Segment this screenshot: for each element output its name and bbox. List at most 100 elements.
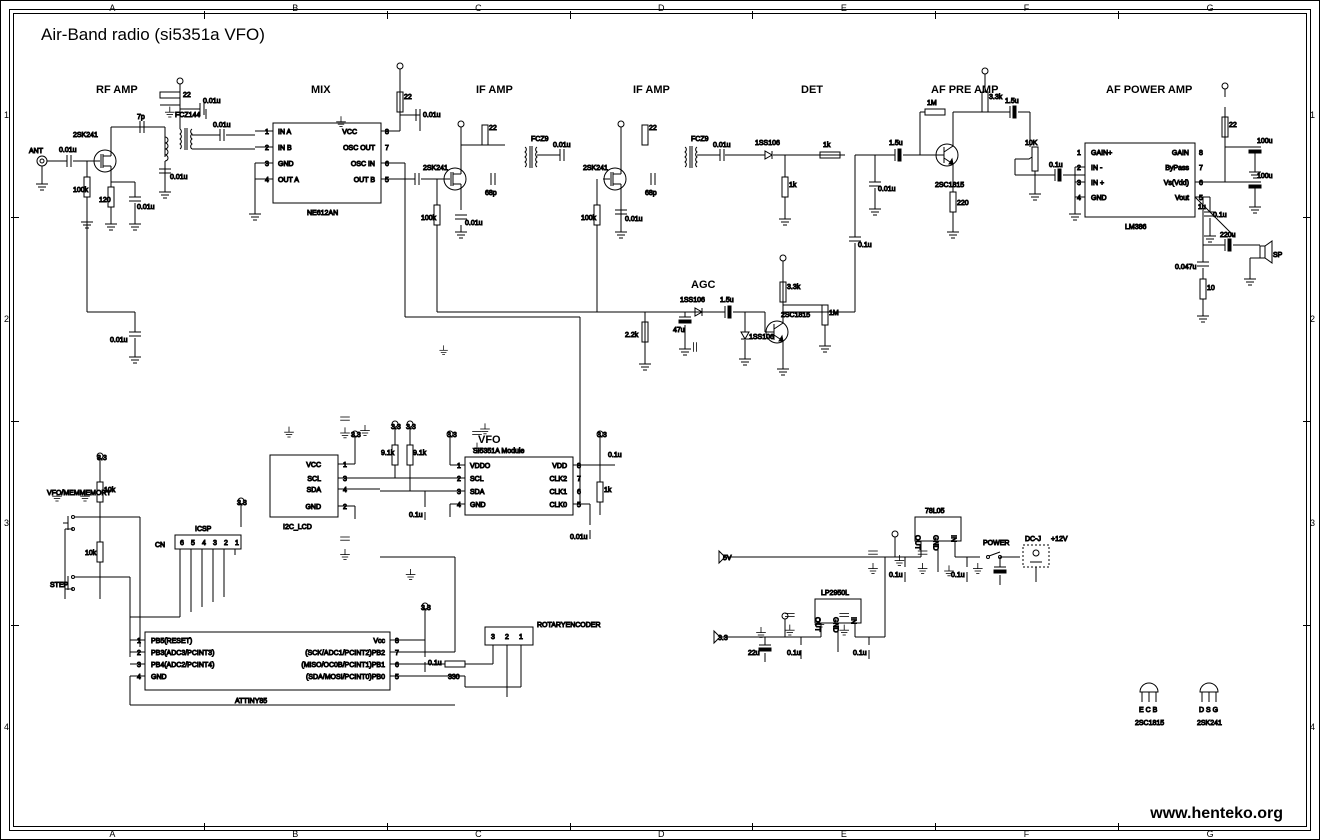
- svg-text:6: 6: [180, 540, 184, 547]
- svg-text:4: 4: [137, 674, 141, 681]
- svg-text:+12V: +12V: [1051, 536, 1068, 543]
- svg-text:GND: GND: [151, 674, 167, 681]
- svg-text:120: 120: [99, 197, 111, 204]
- grid-tick: [752, 823, 753, 831]
- svg-text:47u: 47u: [673, 327, 685, 334]
- svg-text:22u: 22u: [748, 650, 760, 657]
- grid-tick: [570, 823, 571, 831]
- svg-text:78L05: 78L05: [925, 508, 945, 515]
- svg-text:PB3(ADC3/PCINT3): PB3(ADC3/PCINT3): [151, 650, 214, 657]
- svg-text:8: 8: [395, 638, 399, 645]
- grid-row-label: 2: [4, 314, 9, 324]
- svg-text:22: 22: [183, 92, 191, 99]
- svg-text:GND: GND: [832, 617, 839, 633]
- svg-text:2SK241: 2SK241: [423, 165, 448, 172]
- grid-col-label: A: [109, 3, 115, 13]
- svg-text:0.1u: 0.1u: [858, 242, 872, 249]
- schematic-svg: 0.01u 7p 0.01u 100k FCZ144 22 0.01u 120 …: [25, 57, 1297, 797]
- svg-text:3: 3: [457, 489, 461, 496]
- svg-text:4: 4: [1077, 195, 1081, 202]
- svg-text:FCZ9: FCZ9: [531, 136, 549, 143]
- svg-text:22: 22: [404, 94, 412, 101]
- svg-text:2SK241: 2SK241: [1197, 720, 1222, 727]
- svg-text:1k: 1k: [789, 182, 797, 189]
- svg-text:8: 8: [385, 129, 389, 136]
- grid-tick: [1303, 421, 1311, 422]
- grid-tick: [752, 11, 753, 19]
- svg-text:GAIN: GAIN: [1172, 150, 1189, 157]
- grid-col-label: B: [292, 829, 298, 839]
- grid-row-label: 3: [1310, 518, 1315, 528]
- svg-text:3.3: 3.3: [97, 455, 107, 462]
- grid-col-label: B: [292, 3, 298, 13]
- svg-text:SDA: SDA: [307, 487, 322, 494]
- svg-text:6: 6: [395, 662, 399, 669]
- svg-text:220: 220: [957, 200, 969, 207]
- svg-text:Vcc: Vcc: [373, 638, 385, 645]
- grid-row-label: 3: [4, 518, 9, 528]
- grid-tick: [1118, 11, 1119, 19]
- svg-text:PB4(ADC2/PCINT4): PB4(ADC2/PCINT4): [151, 662, 214, 669]
- svg-text:2.2k: 2.2k: [625, 332, 639, 339]
- svg-text:6: 6: [1199, 180, 1203, 187]
- svg-text:0.01u: 0.01u: [110, 337, 128, 344]
- svg-text:ICSP: ICSP: [195, 526, 212, 533]
- svg-text:0.01u: 0.01u: [423, 112, 441, 119]
- svg-text:1.5u: 1.5u: [1005, 98, 1019, 105]
- svg-text:0.1u: 0.1u: [608, 452, 622, 459]
- svg-text:STEP: STEP: [50, 582, 69, 589]
- svg-text:4: 4: [457, 502, 461, 509]
- grid-tick: [11, 217, 19, 218]
- svg-text:GND: GND: [305, 504, 321, 511]
- svg-text:0.01u: 0.01u: [203, 98, 221, 105]
- svg-text:0.1u: 0.1u: [1213, 212, 1227, 219]
- grid-tick: [1303, 217, 1311, 218]
- url-text: www.henteko.org: [1150, 805, 1283, 823]
- svg-text:3: 3: [1077, 180, 1081, 187]
- svg-text:OUT B: OUT B: [354, 177, 376, 184]
- grid-row-label: 4: [4, 722, 9, 732]
- svg-text:0.01u: 0.01u: [553, 142, 571, 149]
- svg-text:100u: 100u: [1257, 173, 1273, 180]
- svg-text:0.01u: 0.01u: [170, 174, 188, 181]
- svg-text:3: 3: [343, 476, 347, 483]
- svg-text:9.1k: 9.1k: [413, 450, 427, 457]
- svg-text:GAIN+: GAIN+: [1091, 150, 1112, 157]
- svg-text:ANT: ANT: [29, 148, 44, 155]
- svg-text:1k: 1k: [823, 142, 831, 149]
- svg-text:0.1u: 0.1u: [889, 572, 903, 579]
- svg-text:FCZ144: FCZ144: [175, 112, 200, 119]
- svg-text:1: 1: [343, 462, 347, 469]
- svg-text:VDD: VDD: [552, 463, 567, 470]
- svg-text:1.5u: 1.5u: [720, 297, 734, 304]
- grid-col-label: E: [841, 3, 847, 13]
- svg-text:1.5u: 1.5u: [889, 140, 903, 147]
- svg-text:7p: 7p: [137, 114, 145, 121]
- svg-text:4: 4: [202, 540, 206, 547]
- svg-text:0.01u: 0.01u: [570, 534, 588, 541]
- svg-text:5V: 5V: [723, 555, 732, 562]
- svg-text:GND: GND: [470, 502, 486, 509]
- svg-text:IN: IN: [850, 617, 857, 624]
- svg-text:2: 2: [224, 540, 228, 547]
- svg-text:4: 4: [265, 177, 269, 184]
- svg-text:IN: IN: [950, 535, 957, 542]
- svg-text:2: 2: [343, 504, 347, 511]
- svg-text:NE612AN: NE612AN: [307, 210, 338, 217]
- svg-text:1SS106: 1SS106: [755, 140, 780, 147]
- svg-text:1: 1: [519, 634, 523, 641]
- svg-text:SDA: SDA: [470, 489, 485, 496]
- svg-text:OSC OUT: OSC OUT: [343, 145, 376, 152]
- svg-text:100k: 100k: [421, 215, 437, 222]
- svg-text:IN -: IN -: [1091, 165, 1103, 172]
- svg-text:D S G: D S G: [1199, 707, 1218, 714]
- svg-text:CLK2: CLK2: [549, 476, 567, 483]
- svg-text:330: 330: [448, 674, 460, 681]
- svg-text:OSC IN: OSC IN: [351, 161, 375, 168]
- svg-text:CLK0: CLK0: [549, 502, 567, 509]
- svg-text:3: 3: [491, 634, 495, 641]
- svg-text:SP: SP: [1273, 252, 1283, 259]
- svg-text:E C B: E C B: [1139, 707, 1158, 714]
- svg-text:1SS106: 1SS106: [680, 297, 705, 304]
- svg-text:1k: 1k: [604, 487, 612, 494]
